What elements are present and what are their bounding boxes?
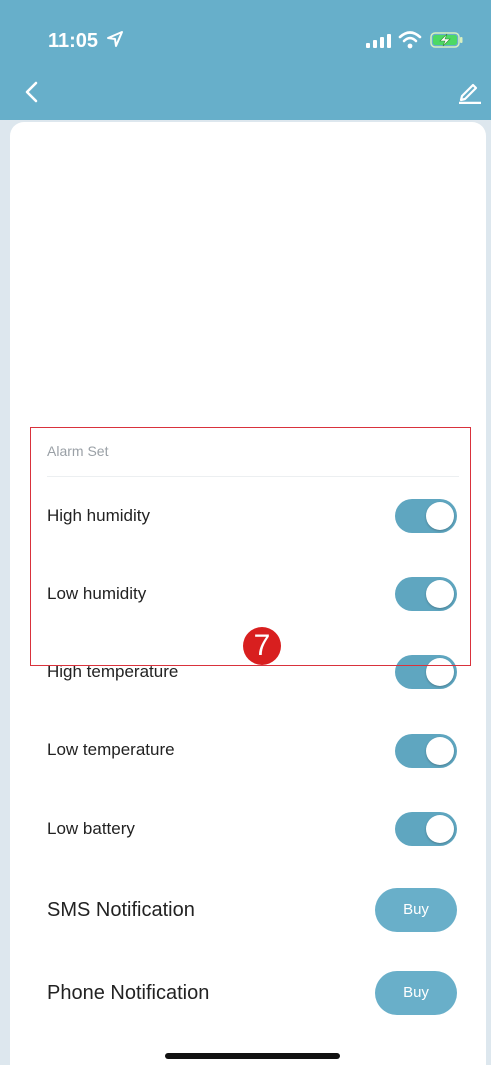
buy-sms-button[interactable]: Buy <box>375 888 457 932</box>
toggle-low-battery[interactable] <box>395 812 457 846</box>
buy-phone-button[interactable]: Buy <box>375 971 457 1015</box>
annotation-number-badge: 7 <box>243 627 281 665</box>
label-phone-notification: Phone Notification <box>47 982 210 1004</box>
label-sms-notification: SMS Notification <box>47 899 195 921</box>
label-low-temperature: Low temperature <box>47 740 175 759</box>
app-header: 11:05 <box>0 0 491 120</box>
home-indicator[interactable] <box>165 1053 340 1059</box>
location-arrow-icon <box>106 30 124 53</box>
status-time: 11:05 <box>48 30 99 52</box>
back-chevron-icon[interactable] <box>20 80 44 104</box>
battery-charging-icon <box>430 31 464 54</box>
label-low-battery: Low battery <box>47 819 135 838</box>
toggle-knob <box>426 815 454 843</box>
status-bar: 11:05 <box>0 0 491 72</box>
toggle-knob <box>426 737 454 765</box>
toggle-low-temperature[interactable] <box>395 734 457 768</box>
signal-icon <box>366 34 392 53</box>
wifi-icon <box>398 30 422 55</box>
edit-pencil-icon[interactable] <box>456 80 482 105</box>
